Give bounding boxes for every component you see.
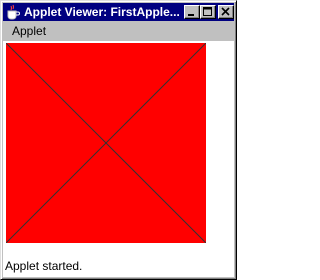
maximize-button[interactable]: [200, 5, 216, 19]
minimize-icon: [188, 14, 194, 16]
close-button[interactable]: [218, 5, 234, 19]
window-title: Applet Viewer: FirstApple...: [24, 5, 180, 19]
status-label: Applet started.: [5, 259, 83, 273]
maximize-icon: [203, 7, 212, 16]
applet-canvas[interactable]: [6, 43, 206, 243]
minimize-button[interactable]: [184, 5, 200, 19]
java-cup-icon[interactable]: [5, 4, 21, 20]
close-icon: [221, 7, 230, 16]
applet-area: Applet started.: [3, 41, 234, 277]
menu-bar: Applet: [3, 22, 234, 40]
menu-applet[interactable]: Applet: [7, 22, 51, 40]
title-bar[interactable]: Applet Viewer: FirstApple...: [3, 3, 234, 21]
applet-viewer-window: Applet Viewer: FirstApple... Applet Appl…: [0, 0, 237, 280]
